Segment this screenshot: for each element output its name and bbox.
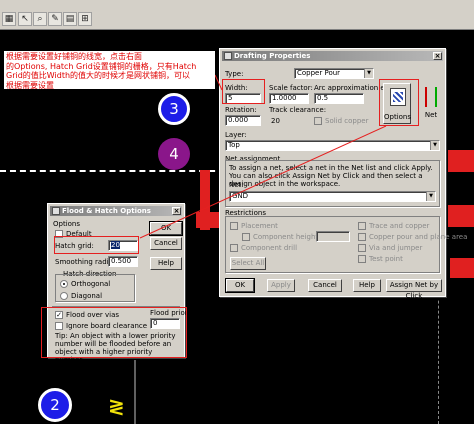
connector-line [214,74,223,91]
connector-line [139,125,387,239]
annotation-note: 根据需要设置好铺铜的线宽，点击右面 的Options, Hatch Grid设置… [4,51,215,90]
